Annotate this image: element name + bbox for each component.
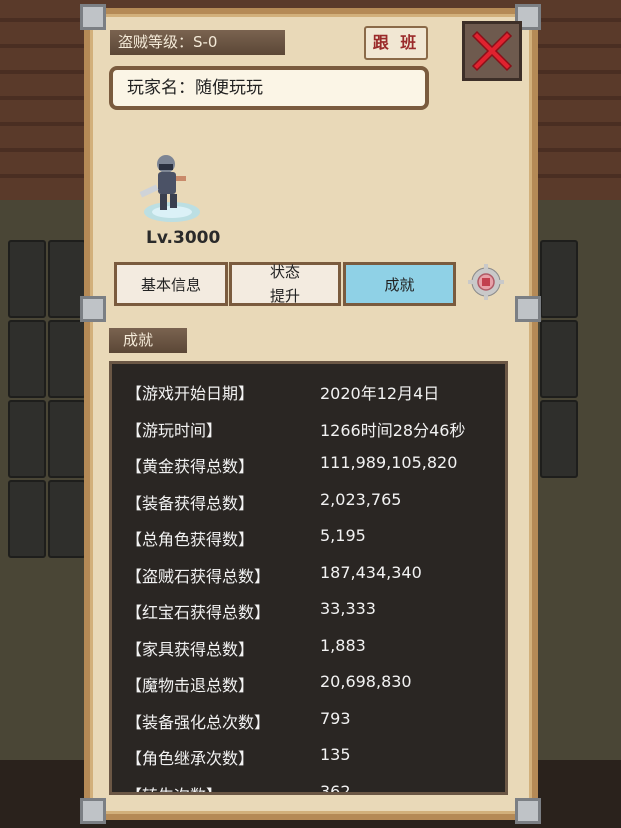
stat-label: 【角色继承次数】: [126, 749, 255, 768]
stat-label: 【装备获得总数】: [126, 493, 255, 513]
stat-row: 【装备获得总数】 2,023,765: [112, 482, 505, 518]
stat-value: 111,989,105,820: [320, 453, 458, 472]
stat-label: 【游玩时间】: [126, 420, 223, 440]
settings-gear-icon[interactable]: [468, 264, 504, 300]
stat-label: 【游戏开始日期】: [126, 384, 255, 403]
panel-corner: [80, 4, 106, 30]
stat-value: 2020年12月4日: [320, 384, 440, 403]
stat-row: 【游玩时间】 1266时间28分46秒: [112, 409, 505, 445]
stat-label: 【红宝石获得总数】: [126, 603, 271, 622]
panel-corner: [80, 798, 106, 824]
stat-value: 187,434,340: [320, 562, 422, 582]
character-avatar: [139, 155, 200, 222]
stat-label: 【转生次数】: [126, 785, 223, 795]
follow-button[interactable]: 跟 班: [364, 26, 428, 60]
stat-row: 【黄金获得总数】 111,989,105,820: [112, 445, 505, 481]
tab-basic-info[interactable]: 基本信息: [114, 262, 228, 306]
player-name: 玩家名：随便玩玩: [109, 66, 429, 110]
panel-corner: [515, 296, 541, 322]
stat-label: 【装备强化总次数】: [126, 712, 271, 732]
stat-value: 1266时间28分46秒: [320, 420, 466, 440]
stat-row: 【游戏开始日期】 2020年12月4日: [112, 372, 505, 408]
stat-label: 【盗贼石获得总数】: [126, 566, 271, 586]
stat-value: 20,698,830: [320, 672, 412, 691]
stat-label: 【黄金获得总数】: [126, 457, 255, 476]
stat-row: 【装备强化总次数】 793: [112, 701, 505, 737]
stat-row: 【角色继承次数】 135: [112, 737, 505, 773]
stat-row: 【转生次数】 362: [112, 774, 505, 795]
achievement-stats-table: 【游戏开始日期】 2020年12月4日 【游玩时间】 1266时间28分46秒 …: [109, 361, 508, 795]
tab-status-upgrade[interactable]: 状态 提升: [229, 262, 341, 306]
stat-label: 【家具获得总数】: [126, 639, 255, 659]
stat-row: 【红宝石获得总数】 33,333: [112, 591, 505, 627]
stat-row: 【家具获得总数】 1,883: [112, 628, 505, 664]
stat-value: 793: [320, 708, 351, 728]
tab-achievements[interactable]: 成就: [343, 262, 456, 306]
stat-row: 【总角色获得数】 5,195: [112, 518, 505, 554]
stat-value: 362: [320, 781, 351, 795]
stat-value: 2,023,765: [320, 489, 402, 509]
panel-corner: [515, 798, 541, 824]
background-lockers-left: [8, 240, 88, 560]
stat-label: 【总角色获得数】: [126, 530, 255, 549]
stat-value: 1,883: [320, 635, 366, 655]
stat-label: 【魔物击退总数】: [126, 676, 255, 695]
character-level: Lv.3000: [146, 228, 221, 248]
stat-row: 【魔物击退总数】 20,698,830: [112, 664, 505, 700]
background-lockers-right: [540, 240, 620, 560]
stat-value: 33,333: [320, 599, 376, 618]
panel-corner: [80, 296, 106, 322]
thief-rank-label: 盗贼等级：S-0: [110, 30, 285, 55]
stat-value: 135: [320, 745, 351, 764]
close-button[interactable]: [462, 21, 522, 81]
stat-row: 【盗贼石获得总数】 187,434,340: [112, 555, 505, 591]
close-icon: [471, 30, 513, 72]
stat-value: 5,195: [320, 526, 366, 545]
section-title: 成就: [109, 328, 187, 353]
